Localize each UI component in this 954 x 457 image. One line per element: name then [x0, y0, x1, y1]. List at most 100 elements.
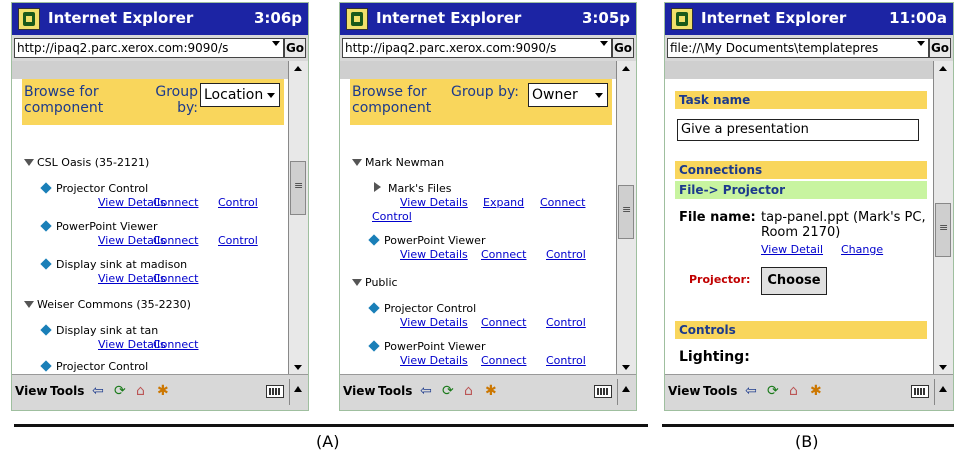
file-name-value: tap-panel.ppt (Mark's PC, Room 2170): [761, 210, 926, 240]
divider: [617, 379, 618, 405]
connect-link[interactable]: Connect: [153, 338, 198, 351]
expand-link[interactable]: Expand: [483, 196, 524, 209]
scroll-up-icon[interactable]: [622, 66, 630, 71]
view-detail-link[interactable]: View Detail: [761, 243, 823, 256]
expanded-triangle-icon: [352, 159, 362, 166]
go-button[interactable]: Go: [612, 38, 634, 58]
device-location-view: Internet Explorer 3:06p http://ipaq2.par…: [11, 2, 309, 411]
connection-row: File-> Projector: [675, 181, 927, 199]
go-button[interactable]: Go: [284, 38, 306, 58]
component-icon: [368, 234, 380, 246]
scroll-down-icon[interactable]: [939, 365, 947, 370]
title-bar: Internet Explorer 3:06p: [12, 3, 308, 35]
view-details-link[interactable]: View Details: [400, 248, 468, 261]
control-link[interactable]: Control: [546, 316, 586, 329]
home-icon[interactable]: ⌂: [789, 383, 798, 399]
start-flag-icon[interactable]: [18, 8, 40, 30]
tools-menu[interactable]: Tools: [703, 384, 737, 398]
divider: [289, 379, 290, 405]
address-input[interactable]: http://ipaq2.parc.xerox.com:9090/s: [342, 38, 612, 58]
control-link[interactable]: Control: [372, 210, 412, 223]
back-icon[interactable]: ⇦: [420, 383, 432, 399]
component-icon: [40, 220, 52, 232]
keyboard-icon[interactable]: [911, 385, 929, 398]
scroll-up-icon[interactable]: [939, 66, 947, 71]
address-dropdown-icon[interactable]: [272, 41, 280, 46]
group-header[interactable]: Mark Newman: [352, 156, 444, 169]
scroll-thumb[interactable]: [935, 203, 951, 257]
list-item: PowerPoint Viewer: [368, 340, 485, 353]
caption-a: (A): [316, 432, 340, 451]
connect-link[interactable]: Connect: [153, 272, 198, 285]
view-menu[interactable]: View: [15, 384, 47, 398]
view-details-link[interactable]: View Details: [400, 196, 468, 209]
connect-link[interactable]: Connect: [481, 354, 526, 367]
favorites-icon[interactable]: ✱: [810, 383, 822, 399]
go-button[interactable]: Go: [929, 38, 951, 58]
scroll-thumb[interactable]: [618, 185, 634, 239]
keyboard-icon[interactable]: [594, 385, 612, 398]
tools-menu[interactable]: Tools: [378, 384, 412, 398]
group-header[interactable]: Weiser Commons (35-2230): [24, 298, 191, 311]
back-icon[interactable]: ⇦: [92, 383, 104, 399]
address-input[interactable]: http://ipaq2.parc.xerox.com:9090/s: [14, 38, 284, 58]
address-dropdown-icon[interactable]: [917, 41, 925, 46]
title-bar: Internet Explorer 11:00a: [665, 3, 953, 35]
connect-link[interactable]: Connect: [481, 316, 526, 329]
input-panel-up-icon[interactable]: [622, 386, 630, 392]
connect-link[interactable]: Connect: [153, 196, 198, 209]
tools-menu[interactable]: Tools: [50, 384, 84, 398]
task-name-input[interactable]: Give a presentation: [677, 119, 919, 141]
connect-link[interactable]: Connect: [481, 248, 526, 261]
favorites-icon[interactable]: ✱: [157, 383, 169, 399]
view-menu[interactable]: View: [668, 384, 700, 398]
view-details-link[interactable]: View Details: [400, 354, 468, 367]
scroll-down-icon[interactable]: [622, 365, 630, 370]
view-details-link[interactable]: View Details: [400, 316, 468, 329]
vertical-scrollbar[interactable]: [288, 61, 308, 375]
collapsed-triangle-icon: [374, 182, 381, 192]
list-item: Mark's Files: [374, 182, 452, 195]
expanded-triangle-icon: [352, 279, 362, 286]
input-panel-up-icon[interactable]: [294, 386, 302, 392]
group-by-select[interactable]: Location: [200, 83, 280, 107]
scroll-up-icon[interactable]: [294, 66, 302, 71]
group-by-select[interactable]: Owner: [528, 83, 608, 107]
scroll-thumb[interactable]: [290, 161, 306, 215]
keyboard-icon[interactable]: [266, 385, 284, 398]
control-link[interactable]: Control: [546, 354, 586, 367]
start-flag-icon[interactable]: [346, 8, 368, 30]
address-dropdown-icon[interactable]: [600, 41, 608, 46]
browse-label: Browse for component: [24, 84, 104, 116]
browse-label: Browse for component: [352, 84, 432, 116]
refresh-icon[interactable]: ⟳: [442, 383, 454, 399]
input-panel-up-icon[interactable]: [939, 386, 947, 392]
address-input[interactable]: file://\My Documents\templatepres: [667, 38, 929, 58]
connect-link[interactable]: Connect: [540, 196, 585, 209]
connect-link[interactable]: Connect: [153, 234, 198, 247]
refresh-icon[interactable]: ⟳: [767, 383, 779, 399]
group-by-label: Group by:: [451, 84, 519, 100]
caption-rule-a: [14, 424, 648, 427]
refresh-icon[interactable]: ⟳: [114, 383, 126, 399]
control-link[interactable]: Control: [546, 248, 586, 261]
group-header[interactable]: Public: [352, 276, 398, 289]
connections-header: Connections: [675, 161, 927, 179]
control-link[interactable]: Control: [218, 196, 258, 209]
browse-header: Browse for component Group by: Location: [22, 79, 284, 125]
vertical-scrollbar[interactable]: [616, 61, 636, 375]
back-icon[interactable]: ⇦: [745, 383, 757, 399]
page-content: Browse for component Group by: Location …: [12, 79, 288, 375]
home-icon[interactable]: ⌂: [464, 383, 473, 399]
control-link[interactable]: Control: [218, 234, 258, 247]
home-icon[interactable]: ⌂: [136, 383, 145, 399]
lighting-label: Lighting:: [679, 349, 750, 365]
vertical-scrollbar[interactable]: [933, 61, 953, 375]
favorites-icon[interactable]: ✱: [485, 383, 497, 399]
start-flag-icon[interactable]: [671, 8, 693, 30]
change-link[interactable]: Change: [841, 243, 883, 256]
scroll-down-icon[interactable]: [294, 365, 302, 370]
view-menu[interactable]: View: [343, 384, 375, 398]
group-header[interactable]: CSL Oasis (35-2121): [24, 156, 149, 169]
choose-button[interactable]: Choose: [761, 267, 827, 295]
